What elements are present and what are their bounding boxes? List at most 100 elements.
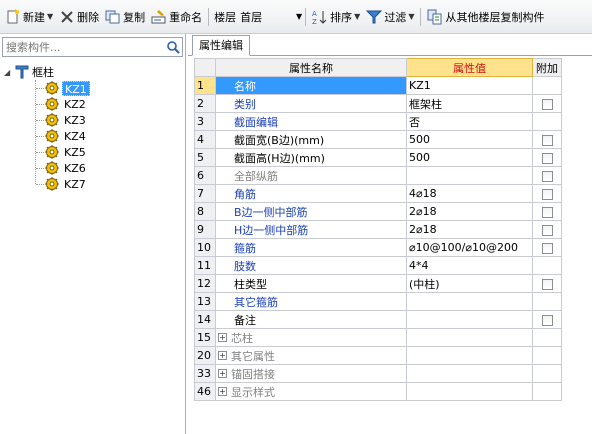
tree-root-kuangzhu[interactable]: ◢ 框柱 [4, 64, 56, 80]
extra-cell[interactable] [532, 220, 562, 239]
property-row[interactable]: 11 肢数 4*4 [194, 256, 562, 275]
extra-checkbox[interactable] [541, 314, 553, 326]
property-value-cell[interactable]: ⌀10@100/⌀10@200 [406, 238, 533, 257]
extra-cell[interactable] [532, 184, 562, 203]
extra-cell[interactable] [532, 310, 562, 329]
property-row[interactable]: 3 截面编辑 否 [194, 112, 562, 131]
property-value-cell[interactable]: 框架柱 [406, 94, 533, 113]
property-name-cell[interactable]: 截面高(H边)(mm) [215, 148, 407, 167]
property-value-cell[interactable]: 否 [406, 112, 533, 131]
expand-plus-icon[interactable]: + [218, 351, 227, 360]
extra-cell[interactable] [532, 94, 562, 113]
search-input[interactable] [3, 38, 164, 56]
property-name-cell[interactable]: 截面宽(B边)(mm) [215, 130, 407, 149]
property-row[interactable]: 12 柱类型 (中柱) [194, 274, 562, 293]
property-row[interactable]: 4 截面宽(B边)(mm) 500 [194, 130, 562, 149]
property-value-cell[interactable]: 4⌀18 [406, 184, 533, 203]
property-row[interactable]: 13 其它箍筋 [194, 292, 562, 311]
property-value-cell[interactable] [406, 364, 533, 383]
property-value-cell[interactable]: 2⌀18 [406, 202, 533, 221]
property-value-cell[interactable]: 500 [406, 148, 533, 167]
property-name-cell[interactable]: H边一侧中部筋 [215, 220, 407, 239]
tree-item[interactable]: KZ4 [45, 128, 88, 144]
property-group-row[interactable]: 46 + 显示样式 [194, 382, 562, 401]
property-name-cell[interactable]: 柱类型 [215, 274, 407, 293]
delete-button[interactable]: 删除 [56, 6, 102, 28]
property-group-row[interactable]: 33 + 锚固搭接 [194, 364, 562, 383]
tree-item[interactable]: KZ2 [45, 96, 88, 112]
property-name-cell[interactable]: 全部纵筋 [215, 166, 407, 185]
tree-item[interactable]: KZ5 [45, 144, 88, 160]
extra-checkbox[interactable] [541, 134, 553, 146]
expand-plus-icon[interactable]: + [218, 333, 227, 342]
extra-checkbox[interactable] [541, 98, 553, 110]
property-value-cell[interactable] [406, 292, 533, 311]
property-row[interactable]: 8 B边一侧中部筋 2⌀18 [194, 202, 562, 221]
property-row[interactable]: 7 角筋 4⌀18 [194, 184, 562, 203]
search-icon[interactable] [164, 38, 182, 56]
tree-connector-line [36, 120, 44, 121]
rename-button[interactable]: 重命名 [148, 6, 205, 28]
extra-checkbox[interactable] [541, 188, 553, 200]
property-name-cell[interactable]: 角筋 [215, 184, 407, 203]
extra-cell[interactable] [532, 274, 562, 293]
property-value-cell[interactable] [406, 328, 533, 347]
copy-from-floor-button[interactable]: 从其他楼层复制构件 [424, 6, 547, 28]
expand-plus-icon[interactable]: + [218, 369, 227, 378]
tree-item[interactable]: KZ7 [45, 176, 88, 192]
tree-item[interactable]: KZ1 [45, 80, 90, 96]
property-name-cell[interactable]: + 显示样式 [215, 382, 407, 401]
collapse-triangle-icon[interactable]: ◢ [4, 68, 14, 77]
property-value-cell[interactable]: 2⌀18 [406, 220, 533, 239]
extra-checkbox[interactable] [541, 224, 553, 236]
property-name-cell[interactable]: B边一侧中部筋 [215, 202, 407, 221]
expand-plus-icon[interactable]: + [218, 387, 227, 396]
property-name: 肢数 [234, 259, 256, 273]
tree-item[interactable]: KZ3 [45, 112, 88, 128]
property-row[interactable]: 6 全部纵筋 [194, 166, 562, 185]
sort-button[interactable]: AZ 排序 ▼ [309, 6, 363, 28]
extra-cell[interactable] [532, 166, 562, 185]
new-button[interactable]: 新建 ▼ [2, 6, 56, 28]
property-name-cell[interactable]: 截面编辑 [215, 112, 407, 131]
property-row[interactable]: 9 H边一侧中部筋 2⌀18 [194, 220, 562, 239]
property-row[interactable]: 2 类别 框架柱 [194, 94, 562, 113]
floor-select[interactable]: 首层 ▼ [238, 7, 302, 27]
property-value-cell[interactable] [406, 346, 533, 365]
property-value-cell[interactable] [406, 166, 533, 185]
extra-checkbox[interactable] [541, 278, 553, 290]
property-value-cell[interactable]: (中柱) [406, 274, 533, 293]
property-value-cell[interactable]: 4*4 [406, 256, 533, 275]
property-name-cell[interactable]: 类别 [215, 94, 407, 113]
filter-button[interactable]: 过滤 ▼ [363, 6, 417, 28]
extra-cell[interactable] [532, 238, 562, 257]
extra-checkbox[interactable] [541, 170, 553, 182]
property-name-cell[interactable]: + 芯柱 [215, 328, 407, 347]
property-row[interactable]: 1 名称 KZ1 [194, 76, 562, 95]
property-name-cell[interactable]: 其它箍筋 [215, 292, 407, 311]
property-name-cell[interactable]: + 其它属性 [215, 346, 407, 365]
extra-cell[interactable] [532, 130, 562, 149]
property-value-cell[interactable] [406, 310, 533, 329]
property-value-cell[interactable]: KZ1 [406, 76, 533, 95]
property-name-cell[interactable]: 肢数 [215, 256, 407, 275]
property-value-cell[interactable]: 500 [406, 130, 533, 149]
extra-checkbox[interactable] [541, 152, 553, 164]
property-row[interactable]: 10 箍筋 ⌀10@100/⌀10@200 [194, 238, 562, 257]
property-name-cell[interactable]: 备注 [215, 310, 407, 329]
extra-checkbox[interactable] [541, 242, 553, 254]
property-row[interactable]: 5 截面高(H边)(mm) 500 [194, 148, 562, 167]
property-group-row[interactable]: 20 + 其它属性 [194, 346, 562, 365]
extra-cell[interactable] [532, 202, 562, 221]
property-row[interactable]: 14 备注 [194, 310, 562, 329]
property-name-cell[interactable]: 名称 [215, 76, 407, 95]
property-name-cell[interactable]: 箍筋 [215, 238, 407, 257]
extra-cell[interactable] [532, 148, 562, 167]
property-name-cell[interactable]: + 锚固搭接 [215, 364, 407, 383]
copy-button[interactable]: 复制 [102, 6, 148, 28]
tab-property-edit[interactable]: 属性编辑 [192, 35, 250, 56]
property-value-cell[interactable] [406, 382, 533, 401]
tree-item[interactable]: KZ6 [45, 160, 88, 176]
property-group-row[interactable]: 15 + 芯柱 [194, 328, 562, 347]
extra-checkbox[interactable] [541, 206, 553, 218]
